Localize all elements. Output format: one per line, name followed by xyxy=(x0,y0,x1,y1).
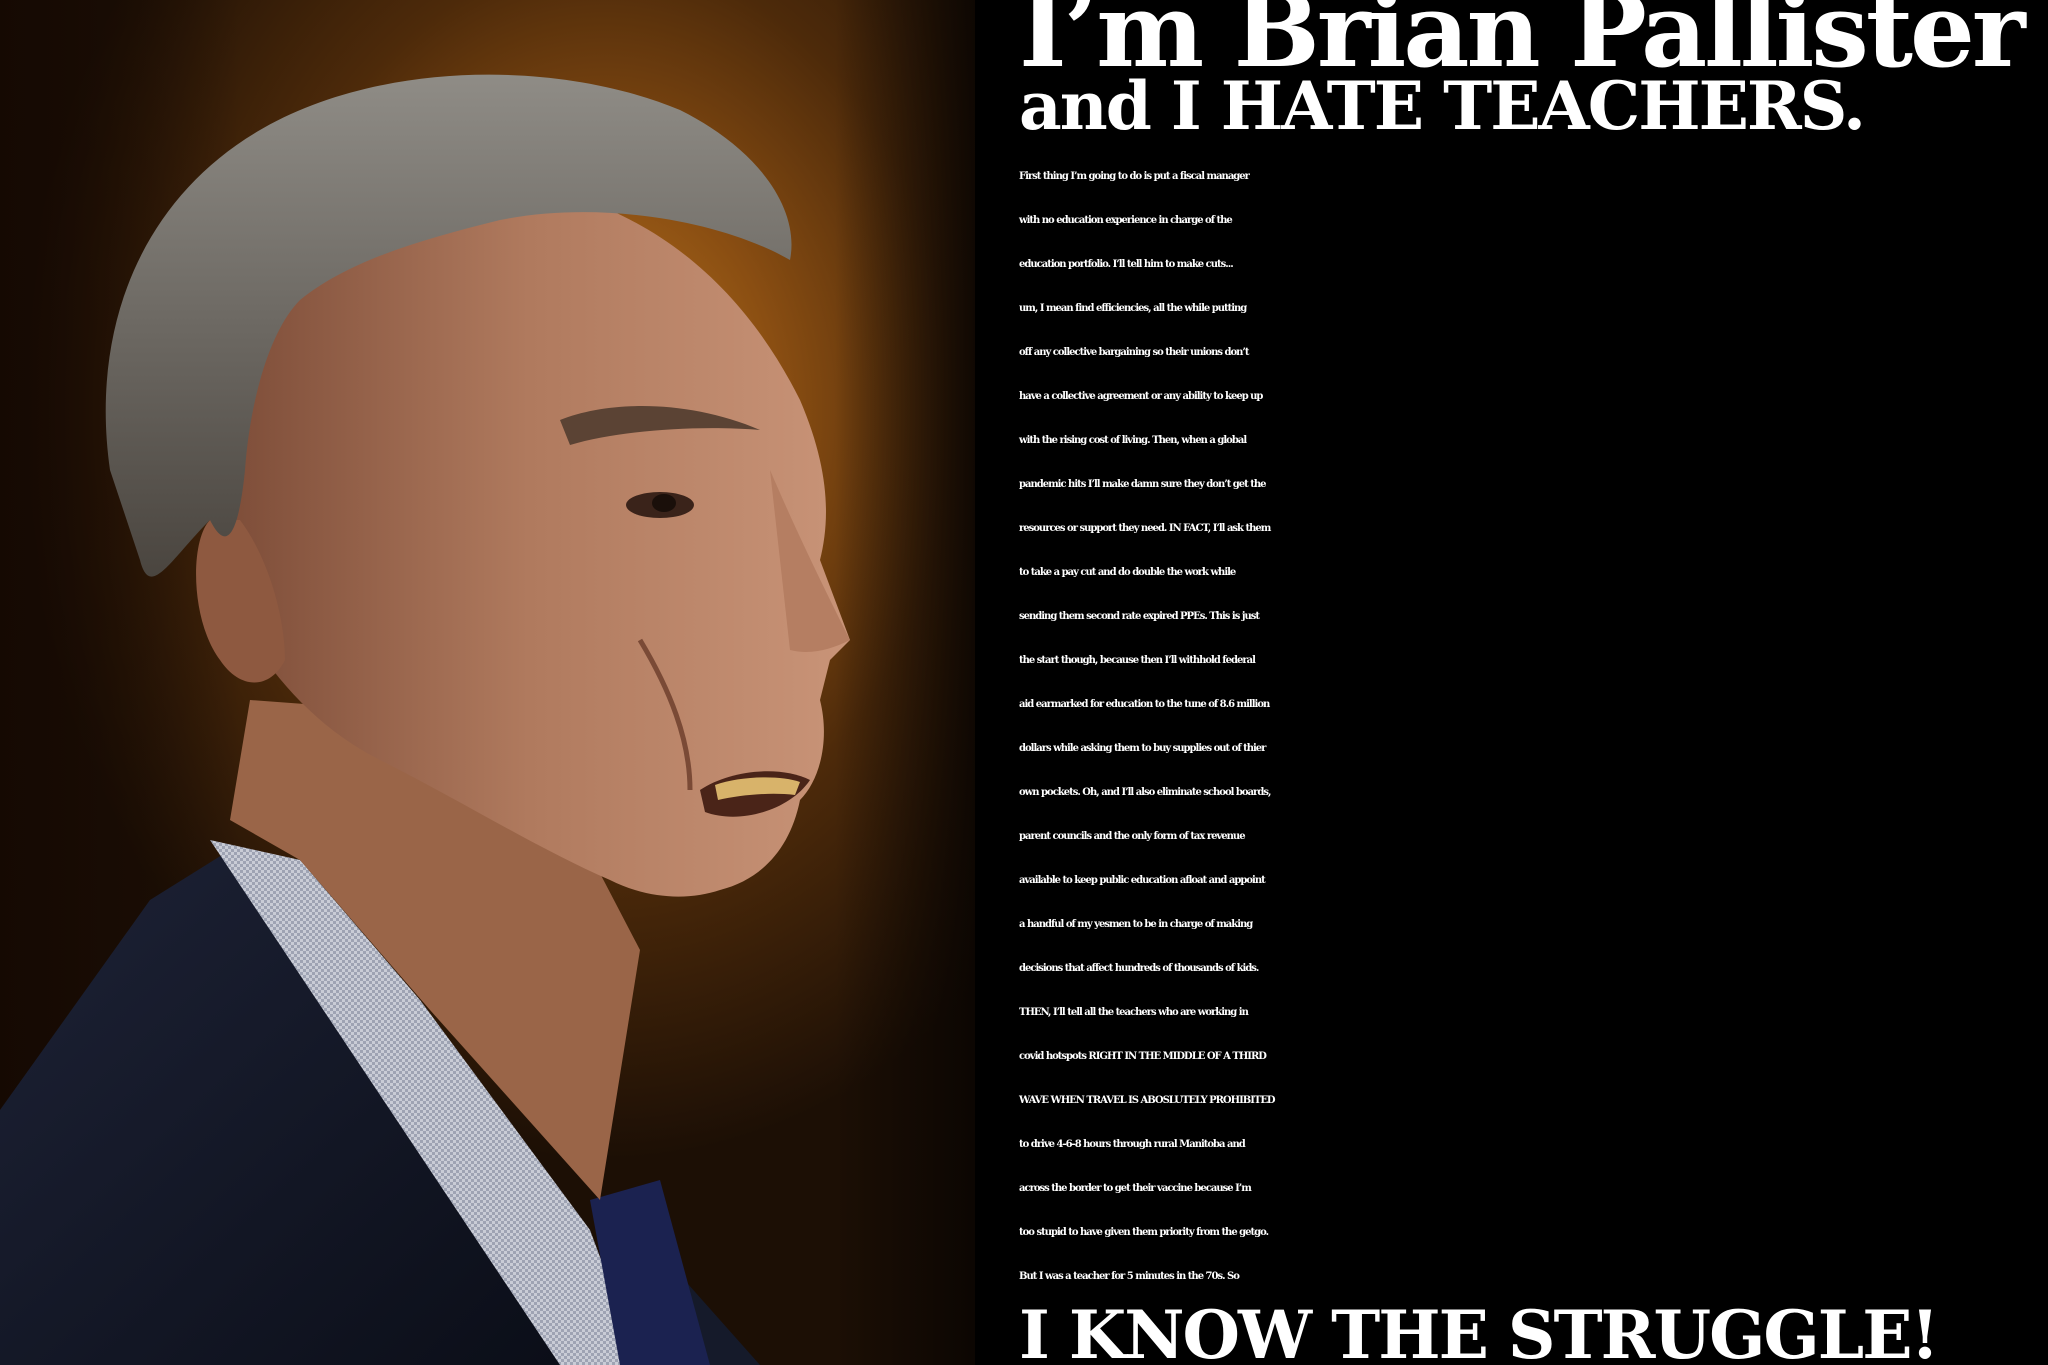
body-line: own pockets. Oh, and I’ll also eliminate… xyxy=(1019,787,1271,798)
body-line: decisions that affect hundreds of thousa… xyxy=(1019,963,1259,974)
body-line: available to keep public education afloa… xyxy=(1019,875,1266,886)
body-line: resources or support they need. IN FACT,… xyxy=(1019,523,1271,534)
portrait-illustration xyxy=(0,74,850,1365)
body-line: across the border to get their vaccine b… xyxy=(1019,1183,1252,1194)
body-line: But I was a teacher for 5 minutes in the… xyxy=(1019,1271,1240,1282)
body-line: pandemic hits I’ll make damn sure they d… xyxy=(1019,479,1267,490)
body-line: a handful of my yesmen to be in charge o… xyxy=(1019,919,1253,930)
body-line: have a collective agreement or any abili… xyxy=(1019,391,1263,402)
body-line: THEN, I’ll tell all the teachers who are… xyxy=(1019,1007,1249,1018)
body-line: parent councils and the only form of tax… xyxy=(1019,831,1246,842)
body-line: off any collective bargaining so their u… xyxy=(1019,347,1250,358)
body-text: First thing I’m going to do is put a fis… xyxy=(1019,155,2048,1299)
body-line: education portfolio. I’ll tell him to ma… xyxy=(1019,259,1234,270)
body-line: dollars while asking them to buy supplie… xyxy=(1019,743,1266,754)
body-line: First thing I’m going to do is put a fis… xyxy=(1019,171,1250,182)
body-line: the start though, because then I’ll with… xyxy=(1019,655,1256,666)
meme-canvas: I’m Brian Pallister and I HATE TEACHERS.… xyxy=(0,0,2048,1365)
text-panel: I’m Brian Pallister and I HATE TEACHERS.… xyxy=(975,0,2048,1365)
body-line: with no education experience in charge o… xyxy=(1019,215,1233,226)
body-line: aid earmarked for education to the tune … xyxy=(1019,699,1270,710)
body-line: too stupid to have given them priority f… xyxy=(1019,1227,1269,1238)
body-line: sending them second rate expired PPEs. T… xyxy=(1019,611,1260,622)
headline-line-2: and I HATE TEACHERS. xyxy=(1019,67,1866,145)
body-line: um, I mean find efficiencies, all the wh… xyxy=(1019,303,1247,314)
body-line: to take a pay cut and do double the work… xyxy=(1019,567,1236,578)
body-line: with the rising cost of living. Then, wh… xyxy=(1019,435,1247,446)
body-line: WAVE WHEN TRAVEL IS ABOSLUTELY PROHIBITE… xyxy=(1019,1095,1276,1106)
body-line: covid hotspots RIGHT IN THE MIDDLE OF A … xyxy=(1019,1051,1267,1062)
closing-line: I KNOW THE STRUGGLE! xyxy=(1019,1296,1939,1365)
portrait-photo xyxy=(0,0,975,1365)
body-line: to drive 4-6-8 hours through rural Manit… xyxy=(1019,1139,1246,1150)
